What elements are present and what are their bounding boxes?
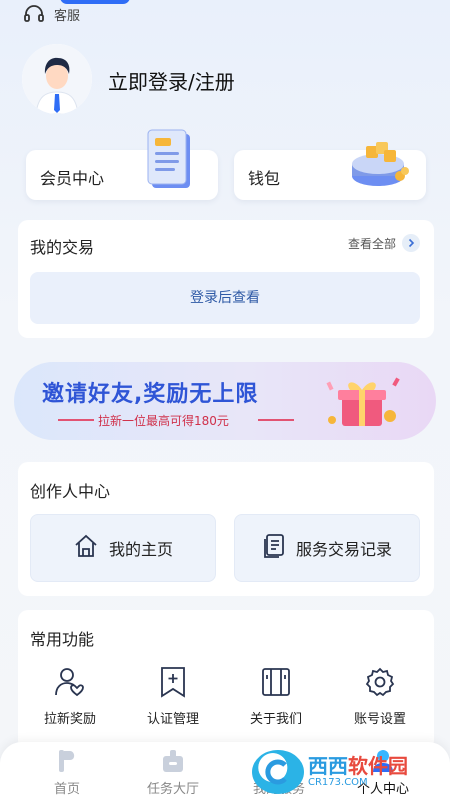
user-heart-icon bbox=[30, 664, 110, 700]
nav-task-hall[interactable]: 任务大厅 bbox=[128, 748, 218, 797]
banner-divider-left bbox=[58, 419, 94, 421]
chevron-right-icon bbox=[402, 234, 420, 252]
nav-home-label: 首页 bbox=[53, 782, 80, 797]
nav-home[interactable]: 首页 bbox=[22, 748, 112, 797]
banner-subtitle: 拉新一位最高可得180元 bbox=[98, 414, 229, 428]
trades-title: 我的交易 bbox=[30, 238, 95, 257]
headset-icon bbox=[22, 2, 46, 26]
about-us-item[interactable]: 关于我们 bbox=[236, 664, 316, 727]
invite-reward-item[interactable]: 拉新奖励 bbox=[30, 664, 110, 727]
coins-icon bbox=[348, 138, 412, 194]
my-homepage-button[interactable]: 我的主页 bbox=[30, 514, 216, 582]
home-logo-icon bbox=[22, 748, 112, 774]
watermark-logo-icon bbox=[252, 750, 304, 794]
wallet-card[interactable]: 钱包 bbox=[234, 142, 426, 200]
certification-label: 认证管理 bbox=[146, 712, 199, 727]
service-records-label: 服务交易记录 bbox=[295, 540, 392, 559]
creator-center-title: 创作人中心 bbox=[30, 482, 111, 501]
watermark: 西西软件园 CR173.COM bbox=[252, 748, 444, 796]
member-center-card[interactable]: 会员中心 bbox=[26, 129, 218, 200]
watermark-url: CR173.COM bbox=[308, 777, 368, 788]
login-register-link[interactable]: 立即登录/注册 bbox=[108, 66, 235, 95]
login-to-view-button[interactable]: 登录后查看 bbox=[30, 272, 420, 324]
invite-banner[interactable]: 邀请好友,奖励无上限 拉新一位最高可得180元 bbox=[14, 362, 436, 440]
bookmark-plus-icon bbox=[133, 664, 213, 700]
member-center-label: 会员中心 bbox=[40, 169, 105, 188]
avatar[interactable] bbox=[22, 44, 92, 114]
watermark-brand-suffix: 软件园 bbox=[348, 754, 408, 778]
account-settings-item[interactable]: 账号设置 bbox=[340, 664, 420, 727]
creator-center-section: 创作人中心 我的主页 服务交易记录 bbox=[18, 462, 434, 596]
banner-divider-right bbox=[258, 419, 294, 421]
certification-item[interactable]: 认证管理 bbox=[133, 664, 213, 727]
gift-box-icon bbox=[320, 368, 410, 440]
service-records-button[interactable]: 服务交易记录 bbox=[234, 514, 420, 582]
document-stack-icon bbox=[146, 128, 198, 196]
watermark-brand: 西西 bbox=[308, 754, 348, 778]
common-functions-section: 常用功能 拉新奖励 认证管理 关于我们 账号设置 bbox=[18, 610, 434, 750]
book-icon bbox=[236, 664, 316, 700]
document-icon bbox=[262, 533, 286, 563]
my-homepage-label: 我的主页 bbox=[108, 540, 173, 559]
watermark-text: 西西软件园 CR173.COM bbox=[308, 756, 408, 788]
home-icon bbox=[73, 533, 99, 563]
banner-title: 邀请好友,奖励无上限 bbox=[42, 382, 259, 407]
view-all-link[interactable]: 查看全部 bbox=[348, 234, 420, 252]
invite-reward-label: 拉新奖励 bbox=[43, 712, 96, 727]
common-functions-title: 常用功能 bbox=[30, 630, 95, 649]
gear-icon bbox=[340, 664, 420, 700]
account-settings-label: 账号设置 bbox=[353, 712, 406, 727]
task-hall-icon bbox=[128, 748, 218, 774]
about-us-label: 关于我们 bbox=[249, 712, 302, 727]
nav-task-hall-label: 任务大厅 bbox=[146, 782, 199, 797]
support-label: 客服 bbox=[54, 8, 81, 24]
view-all-label: 查看全部 bbox=[347, 236, 396, 251]
customer-service-button[interactable]: 客服 bbox=[22, 2, 80, 26]
wallet-label: 钱包 bbox=[248, 169, 281, 188]
my-trades-section: 我的交易 查看全部 登录后查看 bbox=[18, 220, 434, 338]
